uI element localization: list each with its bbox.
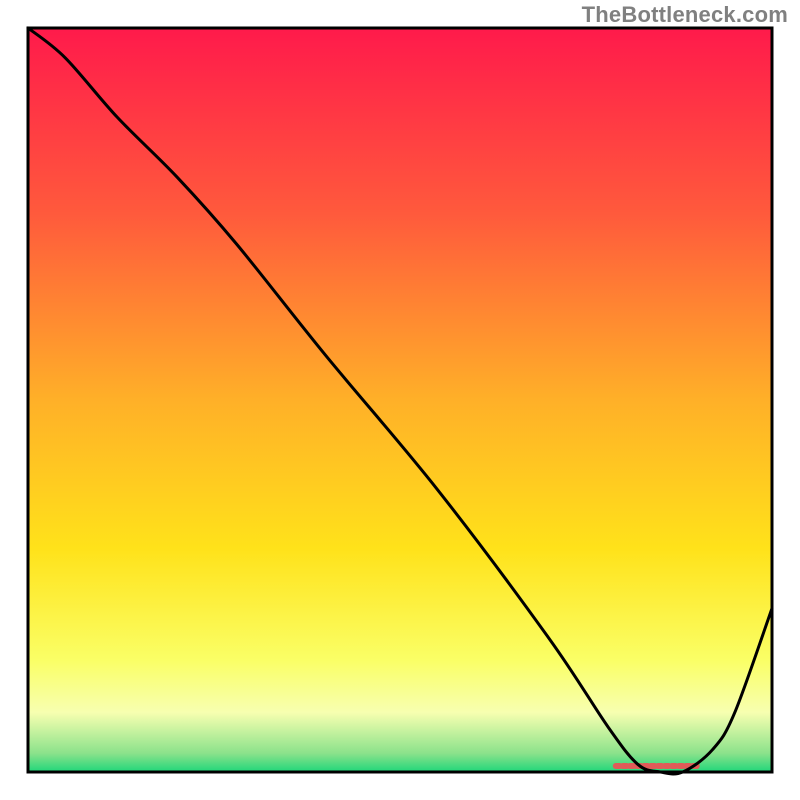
chart-stage: TheBottleneck.com: [0, 0, 800, 800]
bottleneck-chart: [0, 0, 800, 800]
